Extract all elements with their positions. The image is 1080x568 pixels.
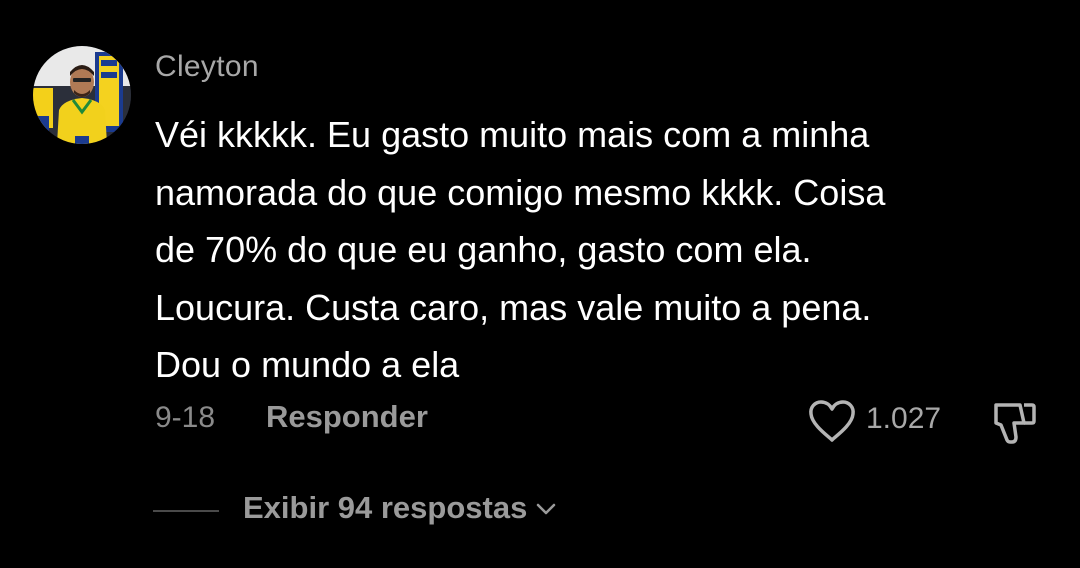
view-replies-label: Exibir 94 respostas [243, 490, 528, 525]
thumbs-down-icon[interactable] [988, 397, 1040, 447]
view-replies-button[interactable]: Exibir 94 respostas [243, 490, 559, 526]
comment-text-line: Véi kkkkk. Eu gasto muito mais com a min… [155, 114, 870, 155]
chevron-down-icon [537, 503, 556, 515]
heart-outline-icon[interactable] [806, 397, 858, 445]
reply-button[interactable]: Responder [266, 399, 428, 435]
avatar[interactable] [33, 46, 131, 144]
comment-username[interactable]: Cleyton [155, 50, 259, 84]
comment-text-line: Loucura. Custa caro, mas vale muito a pe… [155, 286, 872, 328]
comment-item: Cleyton Véi kkkkk. Eu gasto muito mais c… [0, 0, 1080, 568]
like-count: 1.027 [866, 402, 942, 435]
replies-divider [153, 510, 219, 512]
avatar-image [33, 46, 131, 144]
comment-text-line: namorada do que comigo mesmo kkkk. Coisa [155, 171, 886, 213]
comment-text-line: de 70% do que eu ganho, gasto com ela. [155, 229, 812, 270]
comment-date: 9-18 [155, 401, 216, 434]
comment-text: Véi kkkkk. Eu gasto muito mais com a min… [155, 106, 1055, 394]
comment-text-line: Dou o mundo a ela [155, 344, 460, 385]
